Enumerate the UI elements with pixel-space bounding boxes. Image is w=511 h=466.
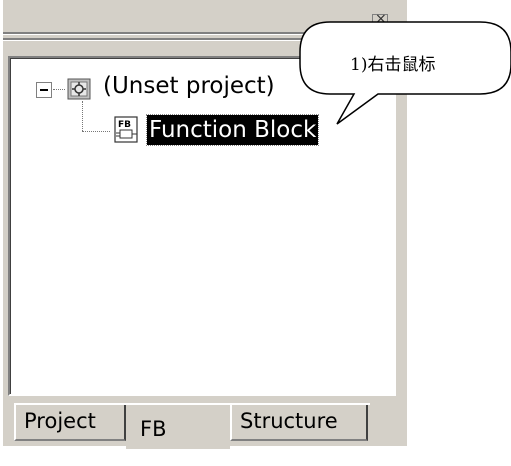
function-block-icon: FB bbox=[114, 116, 138, 143]
tab-structure[interactable]: Structure bbox=[230, 405, 368, 441]
tab-project[interactable]: Project bbox=[14, 405, 126, 441]
project-tree[interactable]: (Unset project) FB Function Block bbox=[8, 56, 396, 396]
collapse-toggle-icon[interactable] bbox=[36, 82, 52, 98]
tree-item-function-block[interactable]: Function Block bbox=[145, 114, 320, 146]
tree-connector-vertical bbox=[82, 101, 83, 131]
tree-root-project[interactable]: (Unset project) bbox=[103, 73, 275, 99]
callout-text: 1)右击鼠标 bbox=[350, 55, 436, 75]
tree-connector-branch bbox=[82, 131, 110, 132]
tree-connector bbox=[53, 89, 65, 90]
svg-text:FB: FB bbox=[118, 120, 131, 130]
title-grip-lower[interactable] bbox=[3, 38, 395, 41]
project-icon bbox=[67, 78, 91, 100]
close-icon[interactable] bbox=[372, 11, 388, 28]
tab-fb[interactable]: FB bbox=[126, 405, 230, 449]
title-grip[interactable] bbox=[3, 32, 395, 35]
